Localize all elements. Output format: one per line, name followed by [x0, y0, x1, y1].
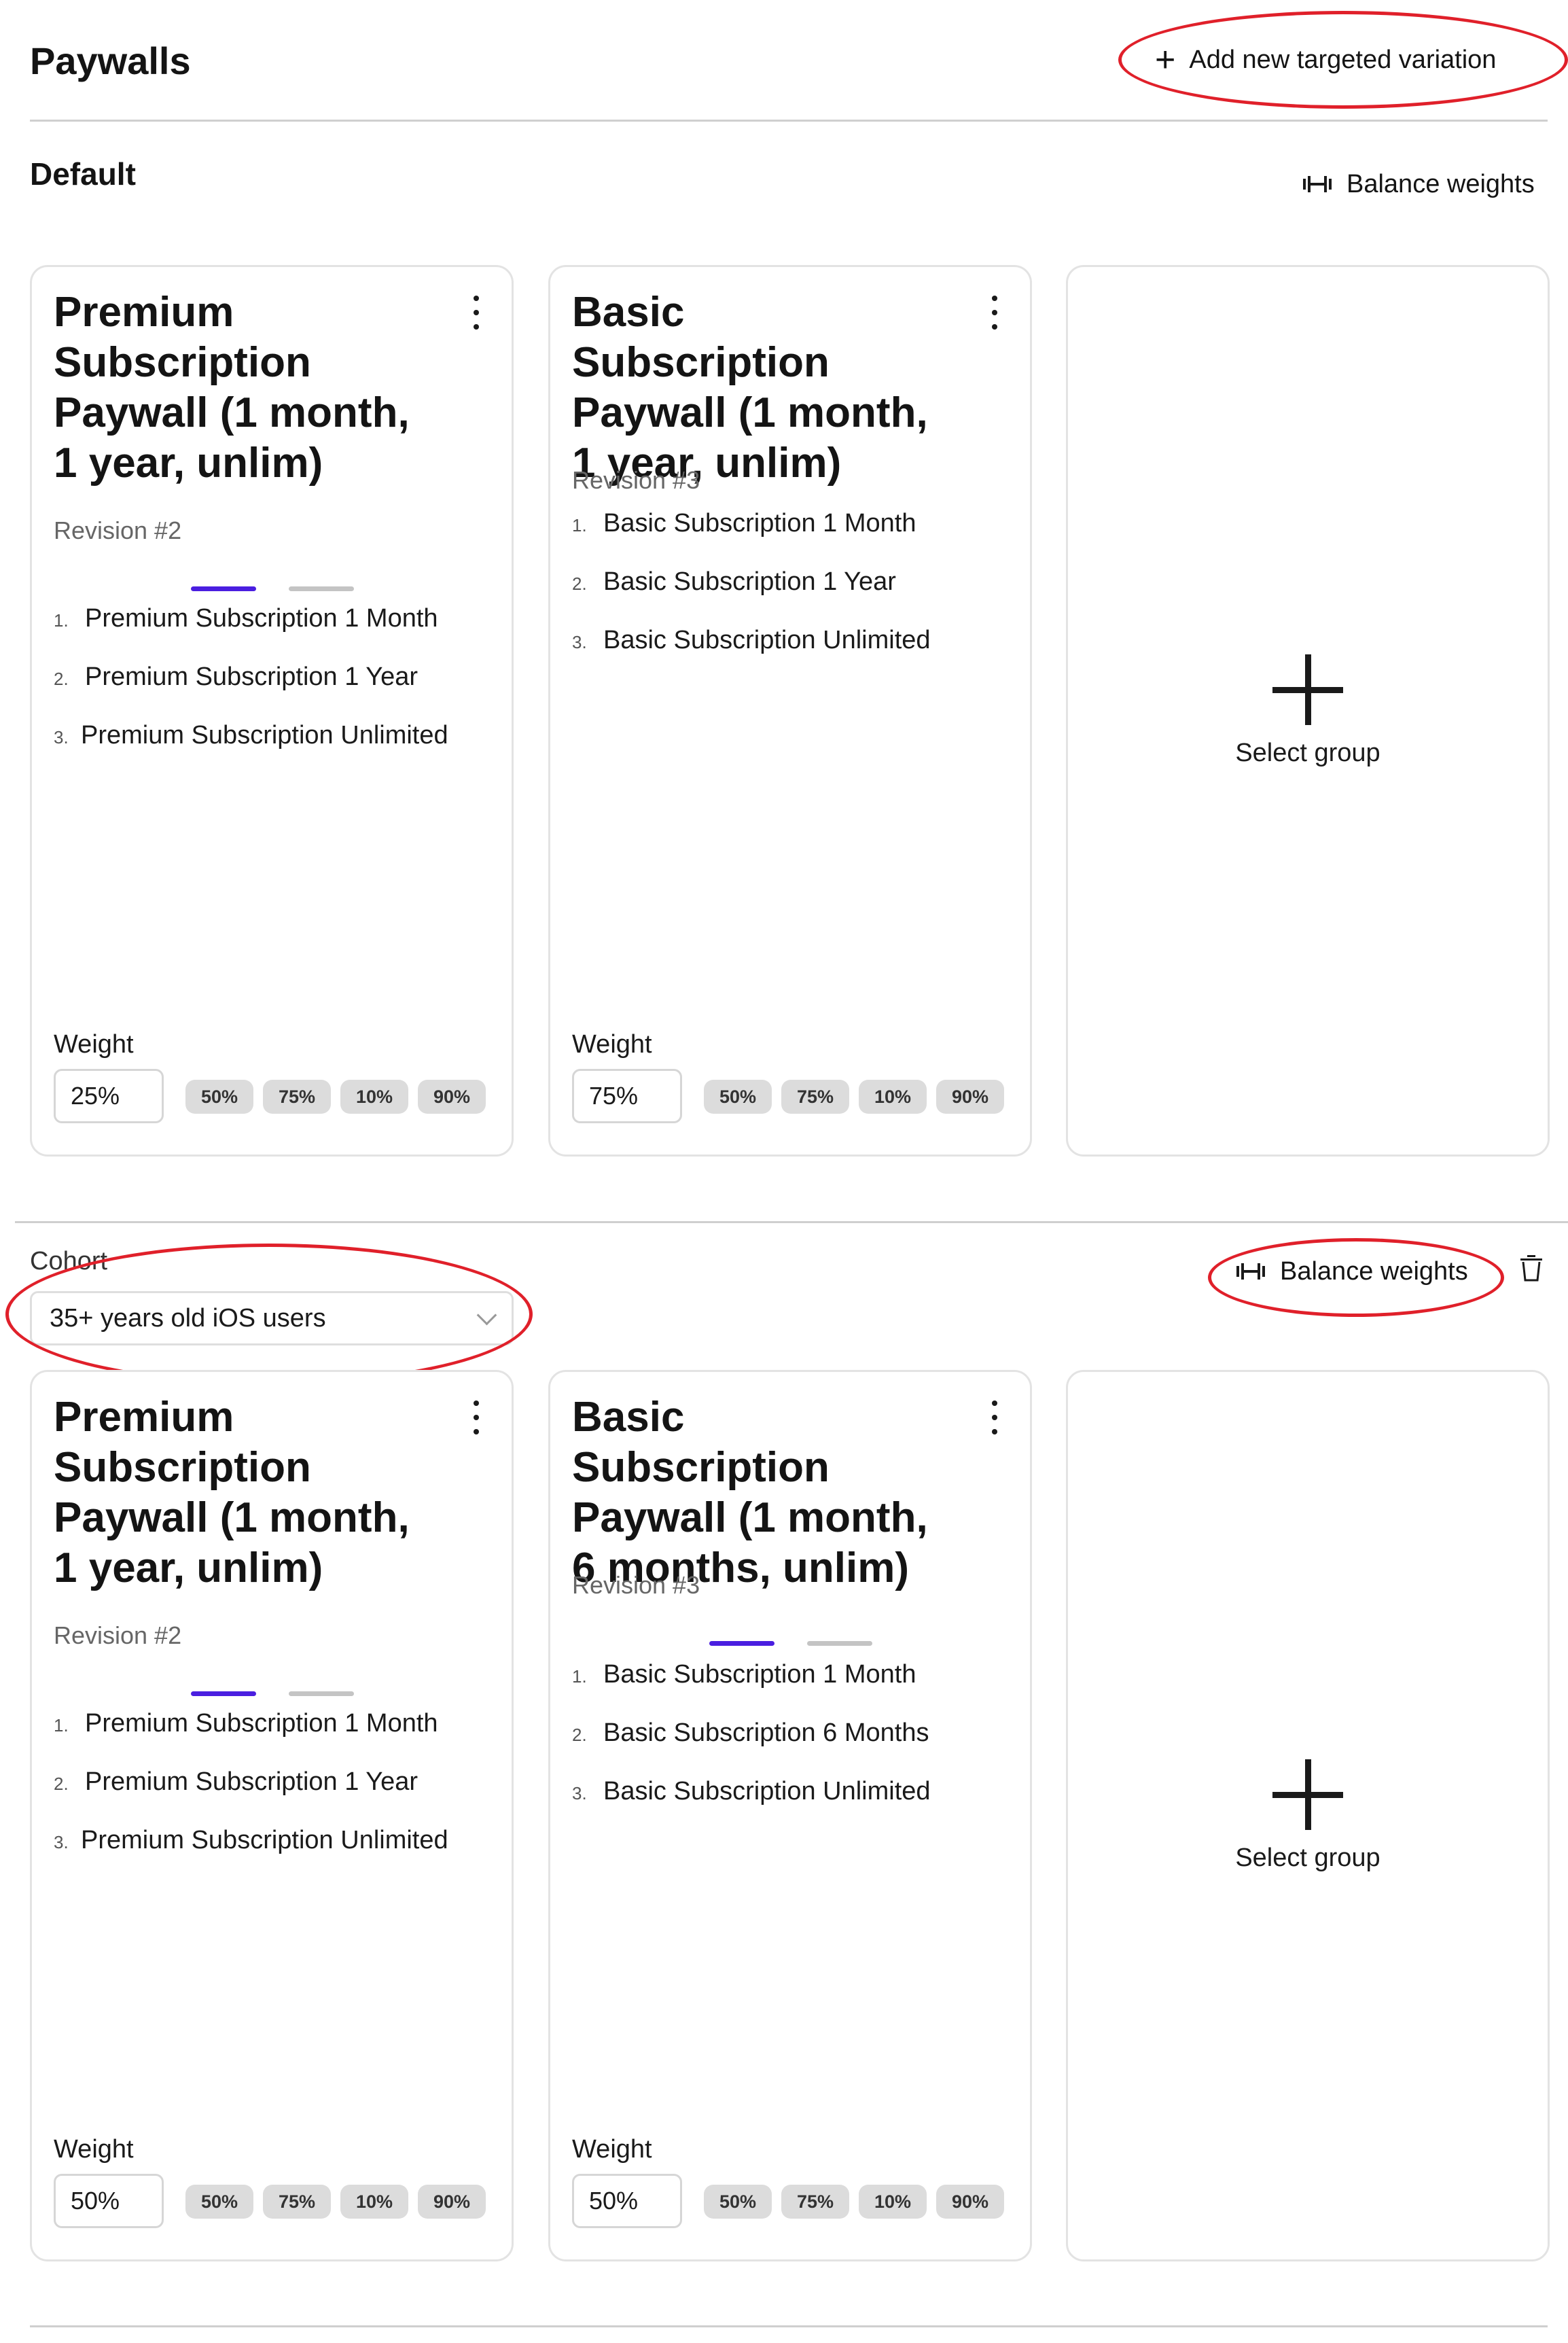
section-title-default: Default: [30, 156, 136, 192]
chevron-down-icon: [476, 1305, 497, 1325]
product-list: 1. Basic Subscription 1 Month 2. Basic Sub…: [572, 1660, 931, 1835]
kebab-menu-icon[interactable]: [986, 296, 1003, 330]
list-item: 2. Basic Subscription 6 Months: [572, 1719, 929, 1747]
weight-preset-chip[interactable]: 90%: [936, 2185, 1004, 2219]
list-item: 3. Basic Subscription Unlimited: [572, 1777, 931, 1805]
trash-icon[interactable]: [1519, 1254, 1544, 1282]
select-group-card[interactable]: Select group: [1066, 265, 1550, 1157]
paywall-card[interactable]: Basic Subscription Paywall (1 month, 1 y…: [548, 265, 1032, 1157]
weight-presets: 50% 75% 10% 90%: [704, 1080, 1004, 1114]
weight-preset-chip[interactable]: 50%: [185, 2185, 253, 2219]
revision-label: Revision #3: [572, 466, 700, 494]
select-group-label: Select group: [1235, 1843, 1380, 1872]
paywall-card[interactable]: Premium Subscription Paywall (1 month, 1…: [30, 265, 514, 1157]
list-item: 1. Basic Subscription 1 Month: [572, 509, 916, 538]
weight-presets: 50% 75% 10% 90%: [704, 2185, 1004, 2219]
list-item: 1. Premium Subscription 1 Month: [54, 604, 438, 633]
paywall-card[interactable]: Premium Subscription Paywall (1 month, 1…: [30, 1370, 514, 2261]
weight-label: Weight: [572, 1030, 652, 1059]
revision-label: Revision #2: [54, 1621, 182, 1649]
balance-weights-icon: [1303, 176, 1332, 192]
header-divider: [30, 120, 1548, 122]
list-item: 2. Premium Subscription 1 Year: [54, 1767, 418, 1796]
balance-weights-label: Balance weights: [1280, 1256, 1468, 1286]
add-targeted-variation-label: Add new targeted variation: [1189, 45, 1497, 74]
weight-preset-chip[interactable]: 75%: [781, 2185, 849, 2219]
weight-preset-chip[interactable]: 90%: [936, 1080, 1004, 1114]
weight-preset-chip[interactable]: 75%: [263, 1080, 331, 1114]
paywall-title: Premium Subscription Paywall (1 month, 1…: [54, 289, 410, 487]
paywall-title: Premium Subscription Paywall (1 month, 1…: [54, 1394, 410, 1591]
add-targeted-variation-button[interactable]: + Add new targeted variation: [1155, 33, 1496, 87]
product-list: 1. Premium Subscription 1 Month 2. Premium…: [54, 1709, 448, 1884]
balance-weights-button-default[interactable]: Balance weights: [1302, 160, 1535, 208]
weight-label: Weight: [54, 1030, 134, 1059]
weight-input[interactable]: [572, 2174, 682, 2228]
weight-preset-chip[interactable]: 75%: [781, 1080, 849, 1114]
card-pager[interactable]: [191, 586, 354, 591]
page-title: Paywalls: [30, 39, 191, 82]
weight-preset-chip[interactable]: 90%: [418, 2185, 486, 2219]
cohort-select-value: 35+ years old iOS users: [50, 1303, 326, 1333]
pager-dot-active[interactable]: [191, 586, 256, 591]
revision-label: Revision #2: [54, 516, 182, 544]
section-divider: [15, 1221, 1568, 1223]
product-list: 1. Basic Subscription 1 Month 2. Basic Sub…: [572, 509, 931, 684]
pager-dot[interactable]: [289, 1691, 354, 1696]
weight-input[interactable]: [572, 1069, 682, 1123]
cohort-select[interactable]: 35+ years old iOS users: [30, 1291, 514, 1345]
weight-preset-chip[interactable]: 10%: [859, 2185, 927, 2219]
balance-weights-label: Balance weights: [1347, 169, 1535, 198]
list-item: 3. Premium Subscription Unlimited: [54, 721, 448, 750]
cohort-label: Cohort: [30, 1247, 108, 1275]
weight-preset-chip[interactable]: 10%: [340, 1080, 408, 1114]
list-item: 3. Premium Subscription Unlimited: [54, 1826, 448, 1854]
paywall-title: Basic Subscription Paywall (1 month, 1 y…: [572, 289, 928, 487]
plus-icon: +: [1155, 40, 1176, 80]
weight-preset-chip[interactable]: 50%: [704, 2185, 772, 2219]
paywall-title: Basic Subscription Paywall (1 month, 6 m…: [572, 1394, 928, 1591]
weight-label: Weight: [54, 2135, 134, 2164]
weight-preset-chip[interactable]: 10%: [859, 1080, 927, 1114]
weight-presets: 50% 75% 10% 90%: [185, 2185, 486, 2219]
weight-label: Weight: [572, 2135, 652, 2164]
kebab-menu-icon[interactable]: [468, 1400, 484, 1434]
pager-dot[interactable]: [289, 586, 354, 591]
balance-weights-icon: [1236, 1263, 1265, 1280]
paywall-card[interactable]: Basic Subscription Paywall (1 month, 6 m…: [548, 1370, 1032, 2261]
section-divider: [30, 2325, 1548, 2327]
kebab-menu-icon[interactable]: [986, 1400, 1003, 1434]
balance-weights-button-cohort[interactable]: Balance weights: [1235, 1248, 1468, 1295]
weight-preset-chip[interactable]: 50%: [704, 1080, 772, 1114]
list-item: 1. Premium Subscription 1 Month: [54, 1709, 438, 1738]
list-item: 2. Premium Subscription 1 Year: [54, 663, 418, 691]
product-list: 1. Premium Subscription 1 Month 2. Premium…: [54, 604, 448, 779]
card-pager[interactable]: [709, 1641, 872, 1646]
kebab-menu-icon[interactable]: [468, 296, 484, 330]
pager-dot[interactable]: [807, 1641, 872, 1646]
weight-input[interactable]: [54, 1069, 164, 1123]
weight-preset-chip[interactable]: 90%: [418, 1080, 486, 1114]
weight-presets: 50% 75% 10% 90%: [185, 1080, 486, 1114]
weight-preset-chip[interactable]: 50%: [185, 1080, 253, 1114]
plus-icon: [1272, 654, 1343, 725]
revision-label: Revision #3: [572, 1571, 700, 1599]
select-group-card[interactable]: Select group: [1066, 1370, 1550, 2261]
pager-dot-active[interactable]: [709, 1641, 774, 1646]
select-group-label: Select group: [1235, 738, 1380, 767]
pager-dot-active[interactable]: [191, 1691, 256, 1696]
card-pager[interactable]: [191, 1691, 354, 1696]
list-item: 1. Basic Subscription 1 Month: [572, 1660, 916, 1689]
weight-preset-chip[interactable]: 75%: [263, 2185, 331, 2219]
weight-preset-chip[interactable]: 10%: [340, 2185, 408, 2219]
plus-icon: [1272, 1759, 1343, 1830]
weight-input[interactable]: [54, 2174, 164, 2228]
list-item: 2. Basic Subscription 1 Year: [572, 567, 896, 596]
list-item: 3. Basic Subscription Unlimited: [572, 626, 931, 654]
